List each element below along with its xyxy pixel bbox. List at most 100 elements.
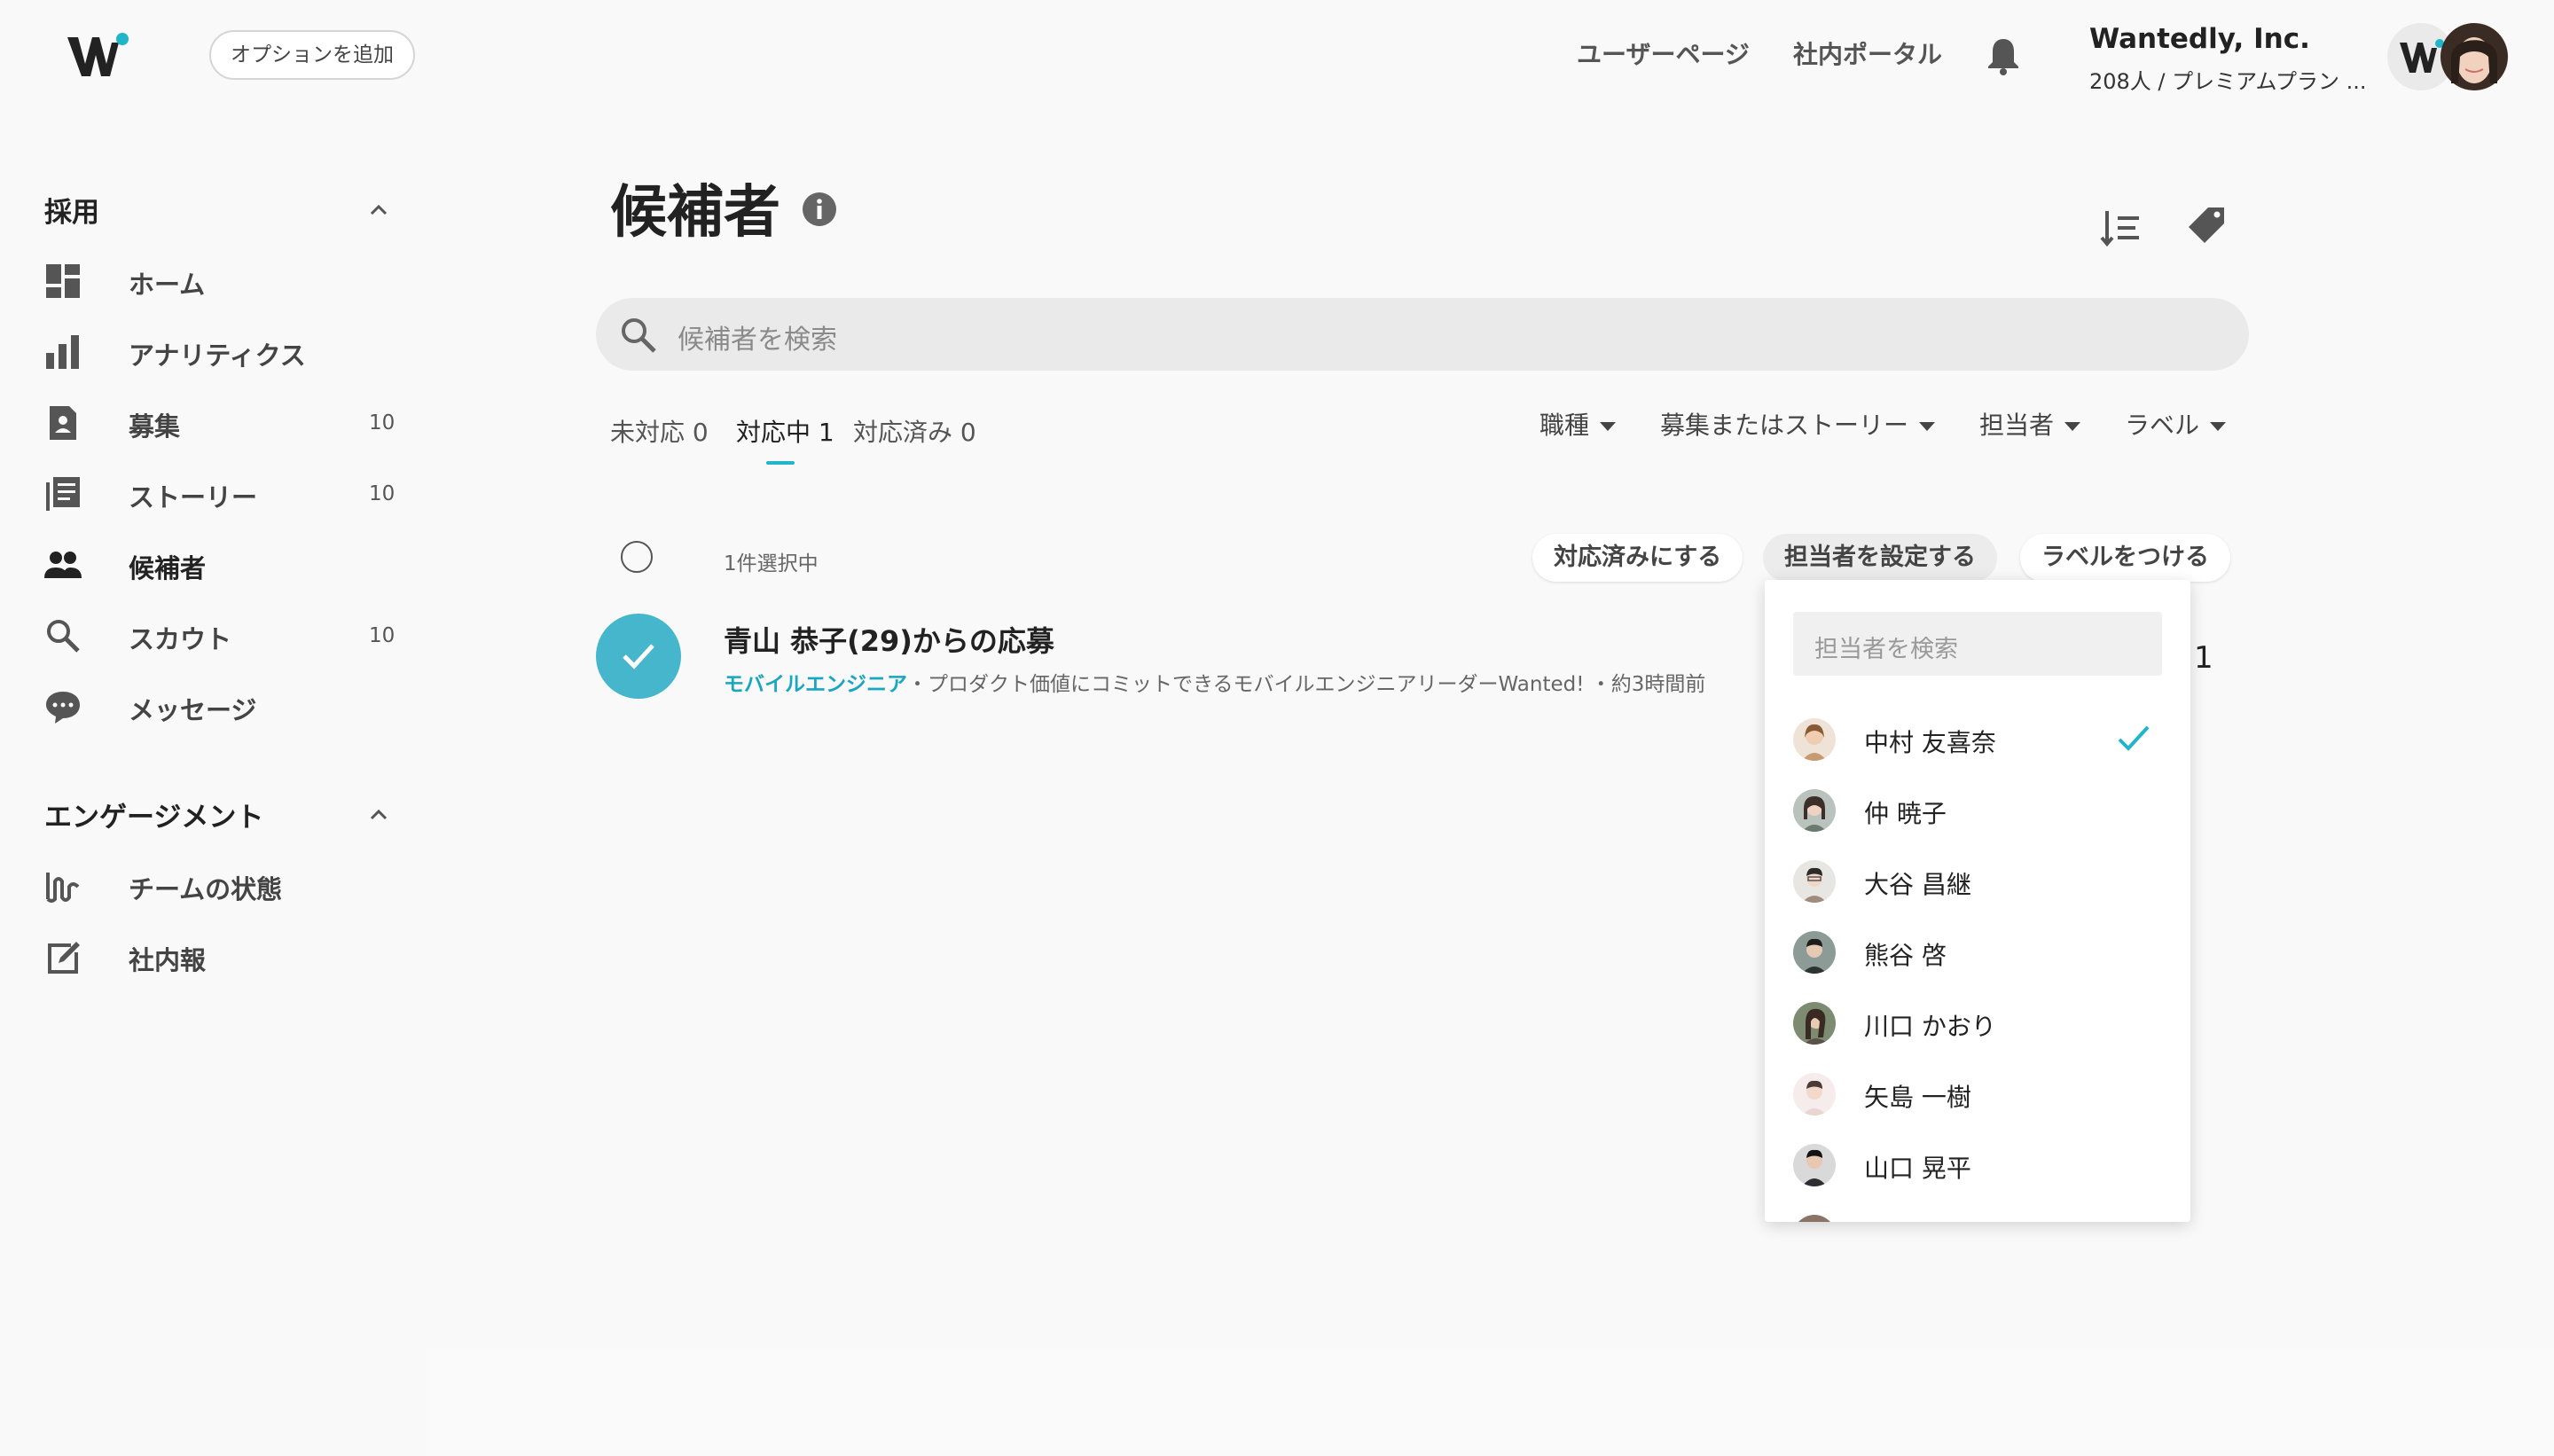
candidate-meta: モバイルエンジニア・プロダクト価値にコミットできるモバイルエンジニアリーダーWa…	[724, 667, 1705, 697]
assignee-name: 中村 友喜奈	[1864, 728, 1996, 757]
assignee-option[interactable]: 山口 晃平	[1793, 1130, 2166, 1201]
assignee-dropdown: 担当者を検索 中村 友喜奈 仲 暁子 大谷 昌継 熊谷 啓 川口 かおり 矢島 …	[1765, 580, 2190, 1222]
assignee-name: 仲 暁子	[1864, 799, 1947, 828]
sidebar-item-label: 募集	[129, 411, 181, 442]
candidate-search-bar[interactable]: 候補者を検索	[596, 298, 2249, 371]
sidebar-item-label: 候補者	[129, 553, 207, 583]
assignee-option[interactable]: 熊谷 啓	[1793, 917, 2166, 988]
company-name[interactable]: Wantedly, Inc.	[2089, 23, 2310, 55]
select-all-checkbox[interactable]	[621, 541, 653, 573]
tab-in-progress[interactable]: 対応中 1	[736, 413, 834, 449]
sidebar-item-candidates[interactable]: 候補者	[44, 537, 399, 591]
sidebar-item-scout[interactable]: スカウト 10	[44, 608, 399, 661]
tab-done[interactable]: 対応済み 0	[853, 413, 976, 449]
tag-icon[interactable]	[2187, 206, 2226, 245]
sidebar-item-jobs[interactable]: 募集 10	[44, 395, 399, 449]
job-posting-icon	[50, 406, 76, 440]
avatar	[1793, 1215, 1836, 1222]
sidebar-item-messages[interactable]: メッセージ	[44, 679, 399, 732]
avatar	[1793, 718, 1836, 761]
assignee-name: 矢島 一樹	[1864, 1083, 1971, 1112]
check-icon	[2118, 725, 2150, 751]
sidebar-item-label: チームの状態	[129, 874, 283, 904]
internal-portal-link[interactable]: 社内ポータル	[1793, 35, 1942, 71]
sidebar-item-count: 10	[369, 482, 396, 505]
sidebar-item-label: メッセージ	[129, 695, 257, 725]
assignee-name: 川口 かおり	[1864, 1012, 1996, 1041]
search-icon	[622, 318, 656, 353]
sidebar-item-stories[interactable]: ストーリー 10	[44, 466, 399, 520]
bar-chart-icon	[46, 335, 79, 369]
sidebar-item-team-status[interactable]: チームの状態	[44, 858, 399, 912]
candidate-search-input[interactable]: 候補者を検索	[678, 317, 837, 356]
candidate-job-link[interactable]: モバイルエンジニア	[724, 673, 907, 696]
add-label-button[interactable]: ラベルをつける	[2020, 534, 2230, 582]
sidebar-item-label: ホーム	[129, 270, 206, 300]
sidebar-item-count: 10	[369, 624, 396, 647]
sidebar-section-engagement[interactable]: エンゲージメント	[44, 795, 263, 834]
avatar	[1793, 1002, 1836, 1045]
team-wave-icon	[46, 873, 80, 903]
active-tab-indicator	[766, 461, 795, 465]
edit-icon	[48, 942, 80, 974]
tab-unhandled[interactable]: 未対応 0	[610, 413, 709, 449]
avatar	[1793, 1073, 1836, 1115]
assignee-search-input[interactable]: 担当者を検索	[1793, 612, 2162, 676]
assignee-option[interactable]: 仲 暁子	[1793, 775, 2166, 846]
caret-down-icon	[1919, 422, 1936, 431]
sidebar-item-label: 社内報	[129, 945, 207, 975]
add-option-button[interactable]: オプションを追加	[209, 30, 415, 80]
assignee-option[interactable]: 中村 友喜奈	[1793, 704, 2166, 775]
caret-down-icon	[2210, 422, 2227, 431]
check-icon	[623, 644, 654, 669]
caret-down-icon	[2064, 422, 2081, 431]
assignee-option-partial[interactable]	[1793, 1201, 2166, 1222]
search-icon	[47, 620, 80, 653]
account-avatar[interactable]	[2386, 21, 2510, 92]
assignee-search-placeholder: 担当者を検索	[1814, 636, 1958, 663]
candidate-title-link[interactable]: 青山 恭子(29)からの応募	[724, 619, 1054, 660]
filter-label[interactable]: ラベル	[2125, 406, 2227, 442]
filter-label: 募集またはストーリー	[1660, 411, 1909, 440]
selected-count: 1件選択中	[724, 552, 819, 575]
filter-label-text: ラベル	[2125, 411, 2200, 440]
set-assignee-button[interactable]: 担当者を設定する	[1763, 534, 1997, 582]
chat-icon	[46, 692, 80, 724]
assignee-option[interactable]: 大谷 昌継	[1793, 846, 2166, 917]
filter-job-type[interactable]: 職種	[1539, 406, 1617, 442]
sidebar-item-internal-news[interactable]: 社内報	[44, 929, 399, 982]
avatar	[1793, 860, 1836, 903]
avatar	[1793, 931, 1836, 974]
user-page-link[interactable]: ユーザーページ	[1577, 35, 1750, 71]
candidate-meta-text: ・プロダクト価値にコミットできるモバイルエンジニアリーダーWanted! ・約3…	[907, 673, 1706, 696]
candidate-extra-count: 1	[2194, 640, 2213, 676]
mark-done-button[interactable]: 対応済みにする	[1532, 534, 1743, 582]
sort-icon[interactable]	[2100, 207, 2141, 248]
people-icon	[44, 552, 82, 578]
chevron-up-icon[interactable]	[367, 803, 390, 826]
info-icon[interactable]	[802, 192, 837, 227]
wantedly-logo[interactable]	[66, 30, 137, 83]
bell-icon[interactable]	[1985, 35, 2022, 76]
sidebar-section-recruiting[interactable]: 採用	[44, 190, 99, 230]
assignee-option[interactable]: 矢島 一樹	[1793, 1059, 2166, 1130]
page-footer-area	[426, 1348, 2554, 1456]
chevron-up-icon[interactable]	[367, 199, 390, 222]
avatar	[1793, 789, 1836, 832]
sidebar-item-count: 10	[369, 411, 396, 434]
candidate-selected-checkbox[interactable]	[596, 614, 681, 699]
sidebar-item-analytics[interactable]: アナリティクス	[44, 325, 399, 378]
page-title: 候補者	[610, 180, 780, 246]
dashboard-icon	[46, 264, 80, 298]
filter-assignee[interactable]: 担当者	[1979, 406, 2081, 442]
assignee-option[interactable]: 川口 かおり	[1793, 988, 2166, 1059]
assignee-name: 熊谷 啓	[1864, 941, 1947, 970]
filter-label: 担当者	[1979, 411, 2055, 440]
company-plan[interactable]: 208人 / プレミアムプラン ...	[2089, 64, 2367, 95]
sidebar-item-label: アナリティクス	[129, 341, 306, 371]
story-icon	[46, 477, 80, 511]
assignee-name: 大谷 昌継	[1864, 870, 1971, 899]
sidebar-item-home[interactable]: ホーム	[44, 254, 399, 307]
sidebar-item-label: ストーリー	[129, 482, 258, 513]
filter-job-or-story[interactable]: 募集またはストーリー	[1660, 406, 1936, 442]
